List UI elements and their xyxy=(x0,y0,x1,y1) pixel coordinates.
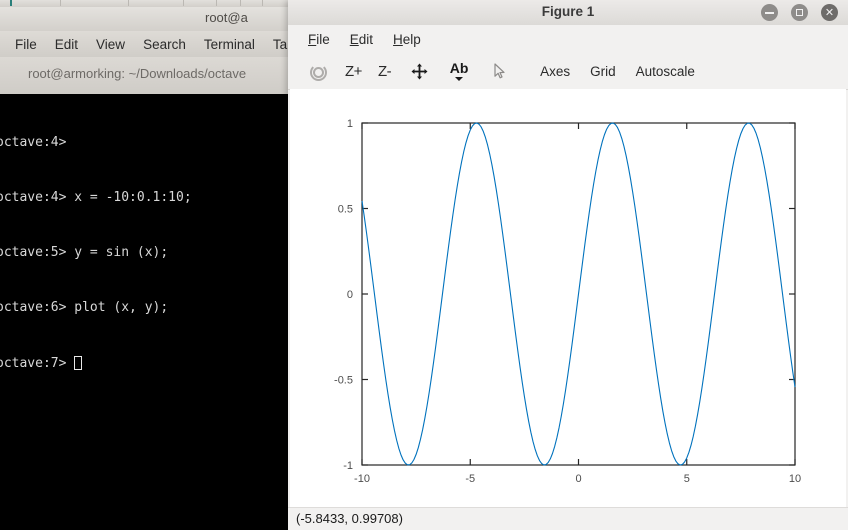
terminal-line: octave:4> x = -10:0.1:10; xyxy=(0,189,192,207)
terminal-menu-search[interactable]: Search xyxy=(134,35,195,54)
window-controls: ✕ xyxy=(761,4,838,21)
zoom-out-label: Z- xyxy=(378,63,391,80)
grid-button[interactable]: Grid xyxy=(581,56,625,86)
terminal-window[interactable]: root@a File Edit View Search Terminal Ta… xyxy=(0,0,290,530)
pan-icon xyxy=(411,63,428,80)
select-button[interactable] xyxy=(480,56,518,86)
terminal-menu-tabs[interactable]: Tabs xyxy=(264,35,290,54)
minimize-icon[interactable] xyxy=(761,4,778,21)
svg-text:0: 0 xyxy=(575,473,581,485)
terminal-line: octave:5> y = sin (x); xyxy=(0,244,192,262)
figure-menu-help-rest: elp xyxy=(403,32,421,47)
svg-text:-1: -1 xyxy=(343,460,353,472)
autoscale-button[interactable]: Autoscale xyxy=(627,56,704,86)
terminal-tab-label-bar[interactable]: root@armorking: ~/Downloads/octave xyxy=(0,57,290,95)
terminal-menu-file[interactable]: File xyxy=(6,35,46,54)
sine-plot[interactable]: -10 -5 0 5 10 -1 -0.5 0 0.5 1 xyxy=(290,89,846,508)
svg-text:1: 1 xyxy=(347,118,353,130)
svg-text:0: 0 xyxy=(347,289,353,301)
terminal-line: octave:6> plot (x, y); xyxy=(0,299,192,317)
figure-menu-help[interactable]: Help xyxy=(385,29,429,50)
svg-text:0.5: 0.5 xyxy=(338,204,353,216)
figure-menu-file-accel: F xyxy=(308,32,316,47)
terminal-cursor xyxy=(74,356,82,370)
rotate-button[interactable] xyxy=(298,56,336,86)
figure-menu-edit-rest: dit xyxy=(359,32,373,47)
maximize-icon[interactable] xyxy=(791,4,808,21)
terminal-line: octave:4> xyxy=(0,134,192,152)
chevron-down-icon xyxy=(455,77,463,81)
svg-text:-5: -5 xyxy=(465,473,475,485)
pan-button[interactable] xyxy=(400,56,438,86)
terminal-title: root@a xyxy=(0,10,290,25)
terminal-prompt: octave:7> xyxy=(0,356,66,371)
figure-toolbar: Z+ Z- Ab Axes xyxy=(288,53,848,90)
text-button[interactable]: Ab xyxy=(440,56,478,86)
terminal-prompt-line: octave:7> xyxy=(0,355,192,373)
zoom-in-button[interactable]: Z+ xyxy=(338,56,369,86)
cursor-arrow-icon xyxy=(492,63,507,80)
figure-menu-file-rest: ile xyxy=(316,32,330,47)
terminal-menu-view[interactable]: View xyxy=(87,35,134,54)
figure-canvas[interactable]: -10 -5 0 5 10 -1 -0.5 0 0.5 1 xyxy=(290,89,846,508)
figure-window[interactable]: Figure 1 ✕ File Edit Help Z+ Z- xyxy=(288,0,848,530)
terminal-menu-edit[interactable]: Edit xyxy=(46,35,87,54)
figure-menu-edit-accel: E xyxy=(350,32,359,47)
terminal-screen[interactable]: octave:4> octave:4> x = -10:0.1:10; octa… xyxy=(0,94,290,530)
figure-menu-help-accel: H xyxy=(393,32,403,47)
svg-text:5: 5 xyxy=(684,473,690,485)
svg-text:10: 10 xyxy=(789,473,801,485)
figure-titlebar[interactable]: Figure 1 ✕ xyxy=(288,0,848,26)
figure-menu-edit[interactable]: Edit xyxy=(342,29,381,50)
terminal-menu-terminal[interactable]: Terminal xyxy=(195,35,264,54)
svg-text:-10: -10 xyxy=(354,473,370,485)
zoom-out-button[interactable]: Z- xyxy=(371,56,398,86)
svg-text:-0.5: -0.5 xyxy=(334,375,353,387)
close-icon[interactable]: ✕ xyxy=(821,4,838,21)
text-icon-label: Ab xyxy=(450,61,469,75)
axes-button[interactable]: Axes xyxy=(531,56,579,86)
cursor-coordinates: (-5.8433, 0.99708) xyxy=(296,511,403,526)
zoom-in-label: Z+ xyxy=(345,63,362,80)
terminal-output: octave:4> octave:4> x = -10:0.1:10; octa… xyxy=(0,97,192,410)
figure-menubar: File Edit Help xyxy=(288,25,848,54)
terminal-titlebar[interactable]: root@a xyxy=(0,7,290,32)
terminal-menubar: File Edit View Search Terminal Tabs xyxy=(0,31,290,58)
screen: root@a File Edit View Search Terminal Ta… xyxy=(0,0,848,530)
figure-statusbar: (-5.8433, 0.99708) xyxy=(288,507,848,530)
figure-menu-file[interactable]: File xyxy=(300,29,338,50)
terminal-tab-label: root@armorking: ~/Downloads/octave xyxy=(28,66,246,81)
rotate-icon xyxy=(309,63,326,80)
